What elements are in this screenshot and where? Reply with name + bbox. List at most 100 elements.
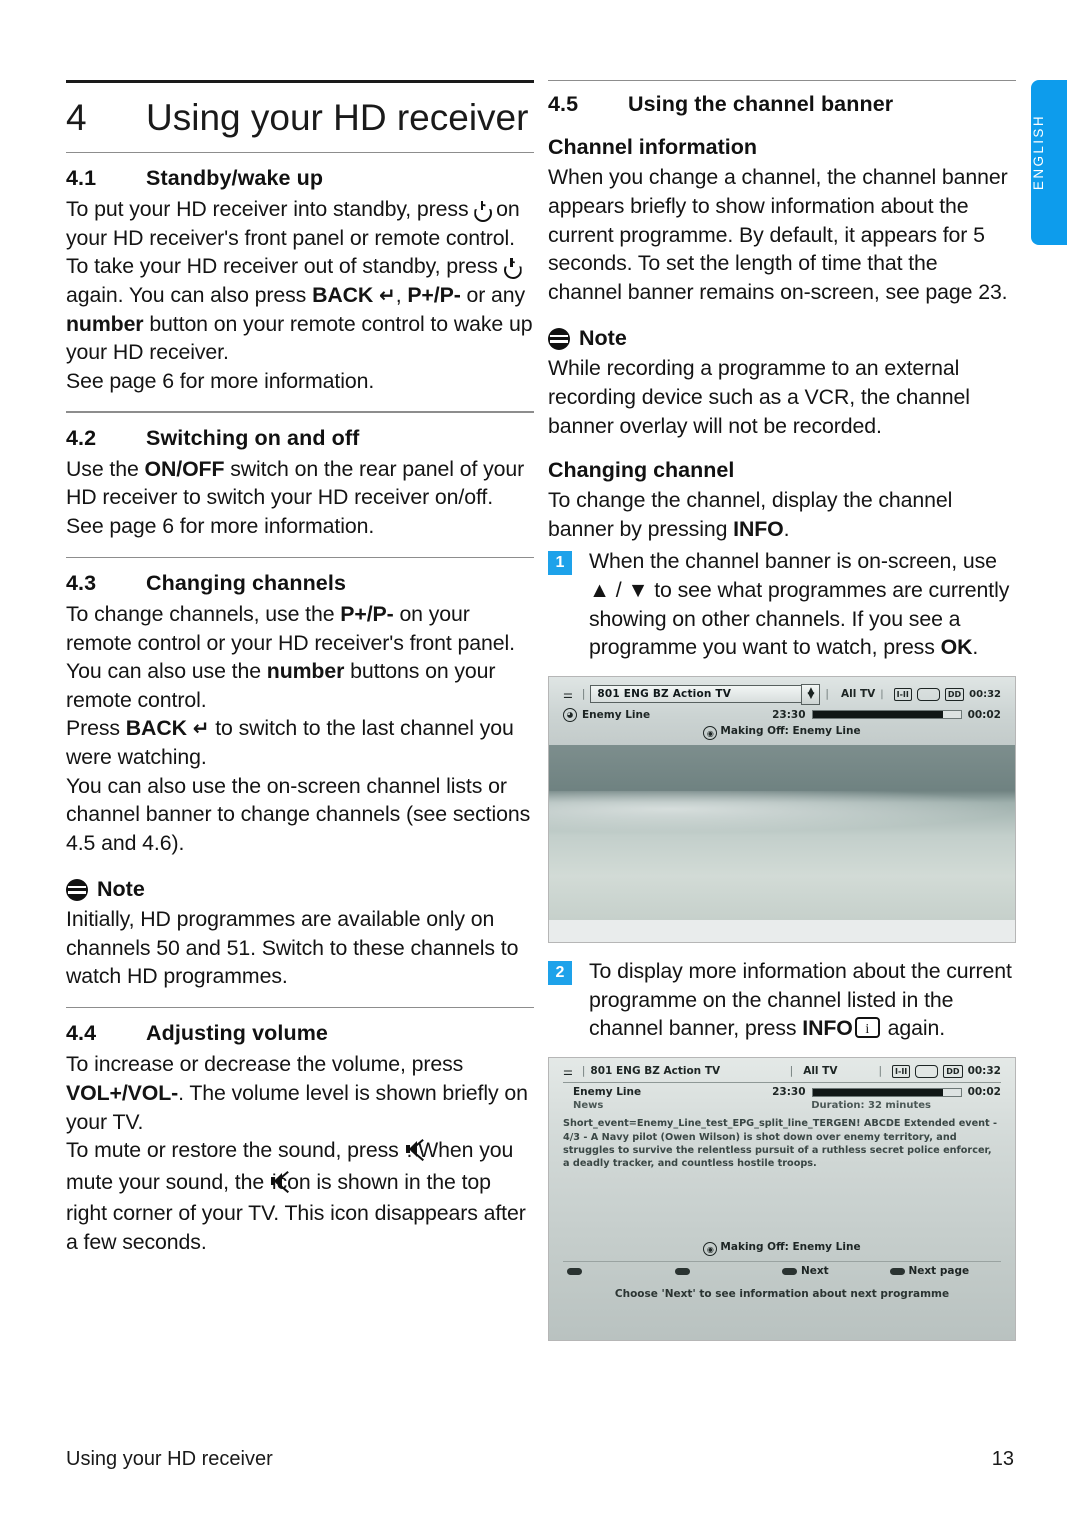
- progress-bar: [811, 1087, 962, 1097]
- text-frag: .: [783, 516, 790, 541]
- rule-top-right: [548, 80, 1016, 82]
- programme-elapsed: 00:02: [967, 708, 1001, 721]
- section-number-4-1: 4.1: [66, 166, 97, 191]
- video-preview: [549, 745, 1015, 921]
- programme-description: Short_event=Enemy_Line_test_EPG_split_li…: [563, 1118, 998, 1170]
- channel-stepper[interactable]: ▲ ▼: [801, 683, 821, 705]
- step-1-text: When the channel banner is on-screen, us…: [589, 547, 1016, 661]
- note-icon: [66, 878, 88, 901]
- section-heading-4-3: 4.3 Changing channels: [66, 571, 534, 596]
- number-keyword: number: [266, 659, 345, 684]
- stereo-icon: I-II: [893, 687, 912, 701]
- text-frag: To mute or restore the sound, press: [66, 1138, 405, 1163]
- left-column: 4 Using your HD receiver 4.1 Standby/wak…: [66, 80, 534, 1257]
- programme-start: 23:30: [772, 708, 806, 721]
- progress-bar: [811, 710, 962, 720]
- blue-button-icon: [889, 1267, 905, 1275]
- divider: |: [825, 688, 829, 701]
- text-frag: Press: [66, 716, 126, 741]
- language-tab-label: ENGLISH: [1031, 114, 1046, 191]
- page-number: 13: [991, 1448, 1014, 1470]
- footer-title: Using your HD receiver: [66, 1448, 273, 1470]
- dolby-icon: DD: [943, 1064, 963, 1078]
- programme-genre: News: [573, 1100, 604, 1112]
- paragraph-4-1-2: See page 6 for more information.: [66, 368, 375, 393]
- section-heading-4-1: 4.1 Standby/wake up: [66, 166, 534, 191]
- down-arrow-icon: ▼: [627, 577, 649, 602]
- green-button[interactable]: [674, 1265, 783, 1277]
- divider: |: [789, 1065, 794, 1078]
- vol-keyword: VOL+/VOL-: [66, 1081, 179, 1106]
- osd2-row-genre: News Duration: 32 minutes: [563, 1100, 1001, 1111]
- channel-list-label: All TV: [840, 688, 876, 701]
- chapter-title: Using your HD receiver: [146, 97, 529, 138]
- osd-row-programme: ◕ Enemy Line 23:30 00:02: [563, 707, 1001, 722]
- step-1: 1 When the channel banner is on-screen, …: [548, 547, 1016, 661]
- section-heading-4-4: 4.4 Adjusting volume: [66, 1021, 534, 1046]
- channel-name: 801 ENG BZ Action TV: [590, 1065, 721, 1078]
- divider: |: [581, 688, 586, 701]
- programme-duration: Duration: 32 minutes: [811, 1100, 931, 1112]
- screenshot-extended-info: ⚌ | 801 ENG BZ Action TV | All TV | I-II…: [548, 1056, 1016, 1342]
- text-frag: again. You can also press: [66, 283, 313, 308]
- next-programme-icon: ◉: [703, 1242, 718, 1257]
- step-1-badge: 1: [548, 551, 572, 576]
- rule-before-4-4: [66, 1007, 534, 1009]
- paragraph-4-4-1: To increase or decrease the volume, pres…: [66, 1050, 534, 1136]
- osd-banner: ⚌ | 801 ENG BZ Action TV ▲ ▼ | All TV | I…: [549, 676, 1015, 746]
- clock-icon: ◕: [563, 707, 577, 722]
- osd2-nav-row: Next Next page: [563, 1262, 1001, 1277]
- text-frag: When the channel banner is on-screen, us…: [589, 549, 997, 574]
- text-frag: .: [972, 635, 979, 660]
- subheading-channel-information: Channel information: [548, 135, 758, 160]
- text-frag: /: [609, 577, 628, 602]
- pplus-keyword: P+/P-: [340, 601, 394, 626]
- yellow-button-next[interactable]: Next: [782, 1265, 890, 1277]
- text-frag: To put your HD receiver into standby, pr…: [66, 197, 475, 222]
- section-title-4-2: Switching on and off: [146, 425, 360, 450]
- channel-field[interactable]: 801 ENG BZ Action TV: [590, 685, 803, 704]
- note-label: Note: [97, 877, 145, 902]
- section-title-4-5: Using the channel banner: [628, 92, 894, 117]
- chapter-number: 4: [66, 97, 87, 138]
- info-keyword: INFO: [802, 1016, 853, 1041]
- divider: |: [581, 1065, 586, 1078]
- status-icons: | I-II DD 00:32: [875, 687, 1001, 701]
- widescreen-tv-icon: [915, 1064, 939, 1078]
- divider: |: [878, 1065, 883, 1078]
- osd2-separator: [563, 1081, 1001, 1084]
- pplus-keyword: P+/P-: [407, 283, 461, 308]
- osd-extended: ⚌ | 801 ENG BZ Action TV | All TV | I-II…: [549, 1057, 1015, 1341]
- rule-after-chapter: [66, 151, 534, 154]
- next-programme-icon: ◉: [703, 726, 718, 741]
- blue-button-next-page[interactable]: Next page: [889, 1265, 998, 1278]
- antenna-icon: ⚌: [563, 1064, 573, 1078]
- section-number-4-2: 4.2: [66, 425, 97, 450]
- osd-row-next: ◉ Making Off: Enemy Line: [563, 725, 1001, 741]
- text-frag: To display more information about the cu…: [589, 959, 1012, 1041]
- section-heading-4-2: 4.2 Switching on and off: [66, 426, 534, 451]
- programme-elapsed: 00:02: [967, 1086, 1001, 1099]
- info-keyword: INFO: [733, 516, 784, 541]
- note-label: Note: [579, 326, 627, 351]
- text-frag: To change channels, use the: [66, 601, 341, 626]
- back-keyword: BACK: [312, 283, 374, 308]
- text-frag: ,: [395, 283, 408, 308]
- note-text-right: While recording a programme to an extern…: [548, 356, 970, 438]
- osd-row-channel: ⚌ | 801 ENG BZ Action TV ▲ ▼ | All TV | I…: [563, 683, 1001, 705]
- red-button[interactable]: [567, 1265, 675, 1277]
- section-title-4-4: Adjusting volume: [146, 1021, 328, 1046]
- section-number-4-3: 4.3: [66, 570, 97, 595]
- antenna-icon: ⚌: [563, 687, 573, 701]
- next-programme-label: Making Off: Enemy Line: [720, 1240, 861, 1253]
- power-icon: [504, 258, 520, 275]
- note-text-left: Initially, HD programmes are available o…: [66, 907, 519, 989]
- back-keyword: BACK: [125, 716, 187, 741]
- paragraph-4-3-3: You can also use the on-screen channel l…: [66, 773, 531, 855]
- next-page-button-label: Next page: [908, 1265, 970, 1278]
- text-frag: again.: [881, 1016, 946, 1041]
- paragraph-4-3-1: To change channels, use the P+/P- on you…: [66, 600, 534, 714]
- page-footer: Using your HD receiver 13: [66, 1448, 1014, 1471]
- channel-list-label: All TV: [803, 1065, 838, 1078]
- clock-text: 00:32: [967, 1065, 1001, 1078]
